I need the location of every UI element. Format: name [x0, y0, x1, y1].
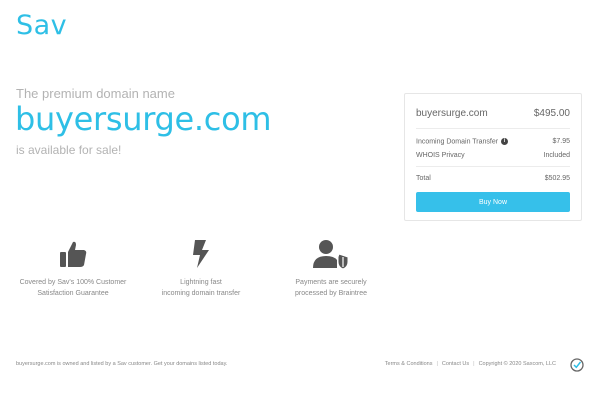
security-badge-icon	[570, 358, 584, 372]
transfer-row: Incoming Domain Transfer i $7.95	[416, 138, 570, 145]
card-price: $495.00	[533, 108, 570, 119]
terms-link[interactable]: Terms & Conditions	[385, 361, 433, 367]
footer-links: Terms & Conditions | Contact Us | Copyri…	[385, 361, 556, 367]
total-value: $502.95	[544, 175, 570, 182]
footer-note: buyersurge.com is owned and listed by a …	[16, 361, 228, 367]
contact-link[interactable]: Contact Us	[442, 361, 469, 367]
info-icon[interactable]: i	[501, 138, 509, 145]
lightning-bolt-icon	[136, 237, 266, 271]
feature-line: Payments are securely	[295, 279, 367, 286]
thumbs-up-icon	[8, 237, 138, 271]
feature-line: Lightning fast	[180, 279, 222, 286]
transfer-label: Incoming Domain Transfer	[416, 138, 499, 146]
availability-text: is available for sale!	[16, 143, 122, 157]
card-header-row: buyersurge.com $495.00	[416, 108, 570, 119]
purchase-card: buyersurge.com $495.00 Incoming Domain T…	[404, 93, 582, 221]
user-shield-icon	[266, 237, 396, 271]
card-divider	[416, 128, 570, 129]
feature-line: Satisfaction Guarantee	[37, 290, 109, 297]
whois-label: WHOIS Privacy	[416, 152, 465, 159]
domain-headline: buyersurge.com	[15, 100, 272, 138]
transfer-price: $7.95	[552, 138, 570, 146]
feature-line: processed by Braintree	[295, 290, 367, 297]
buy-now-button[interactable]: Buy Now	[416, 192, 570, 212]
feature-payments: Payments are securely processed by Brain…	[266, 237, 396, 299]
feature-guarantee: Covered by Sav's 100% Customer Satisfact…	[8, 237, 138, 299]
card-divider	[416, 166, 570, 167]
footer-separator: |	[473, 361, 475, 367]
whois-value: Included	[543, 152, 570, 159]
feature-transfer: Lightning fast incoming domain transfer	[136, 237, 266, 299]
whois-row: WHOIS Privacy Included	[416, 152, 570, 159]
lead-text: The premium domain name	[16, 86, 175, 101]
total-label: Total	[416, 175, 431, 182]
sav-logo[interactable]: Sav	[16, 10, 67, 41]
feature-line: Covered by Sav's 100% Customer	[19, 279, 127, 286]
footer-separator: |	[436, 361, 438, 367]
total-row: Total $502.95	[416, 175, 570, 182]
card-domain: buyersurge.com	[416, 108, 488, 119]
feature-line: incoming domain transfer	[161, 290, 241, 297]
copyright-text: Copyright © 2020 Saxcom, LLC	[478, 361, 556, 367]
